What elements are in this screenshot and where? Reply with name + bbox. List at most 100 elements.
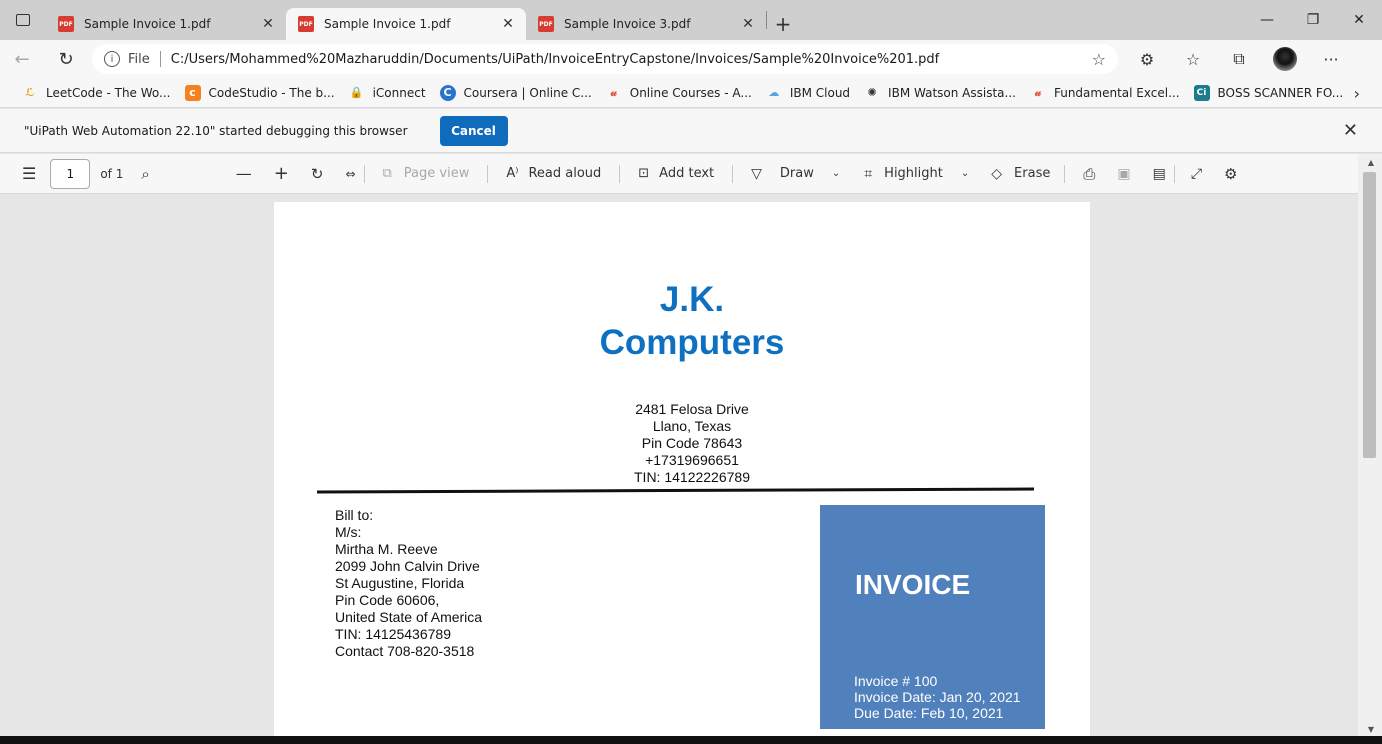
header-divider	[316, 487, 1035, 494]
pdf-page: J.K. Computers 2481 Felosa Drive Llano, …	[274, 202, 1090, 736]
profile-button[interactable]	[1262, 40, 1308, 78]
add-text-icon: ⊡	[638, 166, 650, 181]
rotate-icon[interactable]: ↻	[311, 154, 324, 194]
print-icon[interactable]: ⎙	[1083, 154, 1095, 194]
toolbar-divider	[487, 164, 489, 183]
bookmark-ibm-watson[interactable]: ✺ IBM Watson Assista...	[864, 85, 1016, 101]
zoom-out-icon[interactable]: —	[236, 154, 252, 194]
page-view-icon: ⧉	[382, 166, 392, 181]
page-total: of 1	[100, 166, 124, 181]
url-text[interactable]: C:/Users/Mohammed%20Mazharuddin/Document…	[171, 52, 1092, 67]
address-bar: ← ↻ i File C:/Users/Mohammed%20Mazharudd…	[0, 40, 1382, 78]
refresh-button[interactable]: ↻	[44, 40, 88, 78]
fullscreen-icon[interactable]: ⤢	[1191, 154, 1202, 194]
close-icon[interactable]: ✕	[738, 16, 758, 32]
bookmark-udemy-online[interactable]: 𝓊 Online Courses - A...	[606, 85, 752, 101]
window-controls: — ❐ ✕	[1244, 0, 1382, 40]
toolbar-divider	[1064, 164, 1066, 183]
bill-to-line: Mirtha M. Reeve	[335, 541, 438, 557]
omnibox[interactable]: i File C:/Users/Mohammed%20Mazharuddin/D…	[92, 44, 1118, 74]
bookmark-iconnect[interactable]: 🔒 iConnect	[349, 85, 426, 101]
company-name-line1: J.K.	[659, 280, 725, 319]
bookmarks-bar: ℒ LeetCode - The Wo... c CodeStudio - Th…	[0, 78, 1382, 108]
page-number-input[interactable]: 1	[50, 158, 91, 189]
new-tab-button[interactable]: +	[767, 8, 799, 40]
pdf-viewer[interactable]: J.K. Computers 2481 Felosa Drive Llano, …	[0, 195, 1358, 736]
bill-to-line: St Augustine, Florida	[335, 575, 465, 591]
bookmark-udemy-excel[interactable]: 𝓊 Fundamental Excel...	[1030, 85, 1180, 101]
address-line: +17319696651	[645, 452, 739, 468]
close-icon[interactable]: ✕	[258, 16, 278, 32]
collections-icon[interactable]: ⧉	[1216, 40, 1262, 78]
read-aloud-button[interactable]: Read aloud	[528, 154, 601, 194]
tab-title: Sample Invoice 3.pdf	[564, 17, 691, 31]
ci-icon: Ci	[1193, 84, 1210, 101]
toolbar-divider	[363, 164, 365, 183]
bookmark-boss-scanner[interactable]: Ci BOSS SCANNER FO...	[1193, 84, 1343, 101]
bookmark-label: LeetCode - The Wo...	[46, 85, 171, 100]
scroll-up-icon[interactable]: ▲	[1368, 158, 1374, 167]
bookmark-label: Coursera | Online C...	[463, 85, 592, 100]
add-favorite-icon[interactable]: ☆	[1092, 50, 1106, 69]
cancel-button[interactable]: Cancel	[439, 115, 508, 146]
bookmark-label: CodeStudio - The b...	[208, 85, 335, 100]
fit-width-icon[interactable]: ⇔	[345, 154, 355, 194]
bill-to-line: United State of America	[335, 609, 483, 625]
udemy-icon: 𝓊	[610, 85, 617, 99]
chevron-down-icon[interactable]: ⌄	[832, 154, 840, 194]
zoom-in-icon[interactable]: +	[274, 154, 289, 194]
debug-infobar: "UiPath Web Automation 22.10" started de…	[0, 109, 1382, 153]
close-icon[interactable]: ✕	[1343, 120, 1358, 141]
save-icon: ▣	[1117, 165, 1131, 182]
bill-to-line: Contact 708-820-3518	[335, 643, 475, 659]
address-line: TIN: 14122226789	[634, 469, 750, 485]
tab-2[interactable]: PDF Sample Invoice 1.pdf ✕	[286, 8, 526, 40]
bookmark-leetcode[interactable]: ℒ LeetCode - The Wo...	[22, 85, 171, 101]
scrollbar-thumb[interactable]	[1363, 172, 1376, 458]
tab-title: Sample Invoice 1.pdf	[324, 17, 451, 31]
infobar-message: "UiPath Web Automation 22.10" started de…	[24, 123, 408, 138]
save-as-icon[interactable]: ▤	[1153, 154, 1166, 194]
tab-title: Sample Invoice 1.pdf	[84, 17, 211, 31]
minimize-icon[interactable]: —	[1244, 0, 1290, 40]
tab-3[interactable]: PDF Sample Invoice 3.pdf ✕	[526, 8, 766, 40]
bill-to-line: 2099 John Calvin Drive	[335, 558, 480, 574]
chevron-down-icon[interactable]: ⌄	[961, 154, 969, 194]
bookmark-ibm-cloud[interactable]: ☁ IBM Cloud	[766, 85, 850, 101]
tab-1[interactable]: PDF Sample Invoice 1.pdf ✕	[46, 8, 286, 40]
draw-button[interactable]: Draw	[780, 154, 814, 194]
codestudio-icon: c	[184, 84, 201, 101]
address-line: Pin Code 78643	[641, 435, 743, 451]
read-aloud-icon: A⁾	[506, 166, 519, 181]
info-icon[interactable]: i	[104, 51, 120, 67]
bookmark-codestudio[interactable]: c CodeStudio - The b...	[184, 84, 335, 101]
invoice-number: Invoice # 100	[854, 673, 938, 689]
erase-button[interactable]: Erase	[1014, 154, 1050, 194]
bill-to-line: M/s:	[335, 524, 362, 540]
page-view-button[interactable]: Page view	[404, 154, 470, 194]
settings-icon[interactable]: ⚙	[1224, 154, 1237, 194]
more-icon[interactable]: ···	[1308, 40, 1354, 78]
company-address: 2481 Felosa Drive Llano, Texas Pin Code …	[274, 401, 1110, 486]
back-button[interactable]: ←	[0, 40, 44, 78]
due-date: Due Date: Feb 10, 2021	[854, 705, 1004, 721]
bookmark-label: Online Courses - A...	[629, 85, 752, 100]
table-of-contents-icon[interactable]: ☰	[22, 154, 36, 194]
restore-icon[interactable]: ❐	[1290, 0, 1336, 40]
close-icon[interactable]: ✕	[498, 16, 518, 32]
pdf-icon: PDF	[538, 16, 554, 32]
avatar	[1273, 47, 1297, 71]
close-window-icon[interactable]: ✕	[1336, 0, 1382, 40]
favorites-icon[interactable]: ☆	[1170, 40, 1216, 78]
scroll-down-icon[interactable]: ▼	[1368, 725, 1374, 734]
search-icon[interactable]: ⌕	[141, 154, 149, 194]
invoice-meta: Invoice # 100 Invoice Date: Jan 20, 2021…	[854, 673, 1021, 721]
bookmark-coursera[interactable]: C Coursera | Online C...	[439, 84, 592, 101]
highlight-button[interactable]: Highlight	[884, 154, 943, 194]
chevron-right-icon[interactable]: ›	[1354, 84, 1360, 103]
tab-actions-icon	[16, 14, 30, 26]
tab-actions-button[interactable]	[0, 0, 46, 40]
extensions-icon[interactable]: ⚙	[1124, 40, 1170, 78]
add-text-button[interactable]: Add text	[659, 154, 714, 194]
pdf-icon: PDF	[58, 16, 74, 32]
